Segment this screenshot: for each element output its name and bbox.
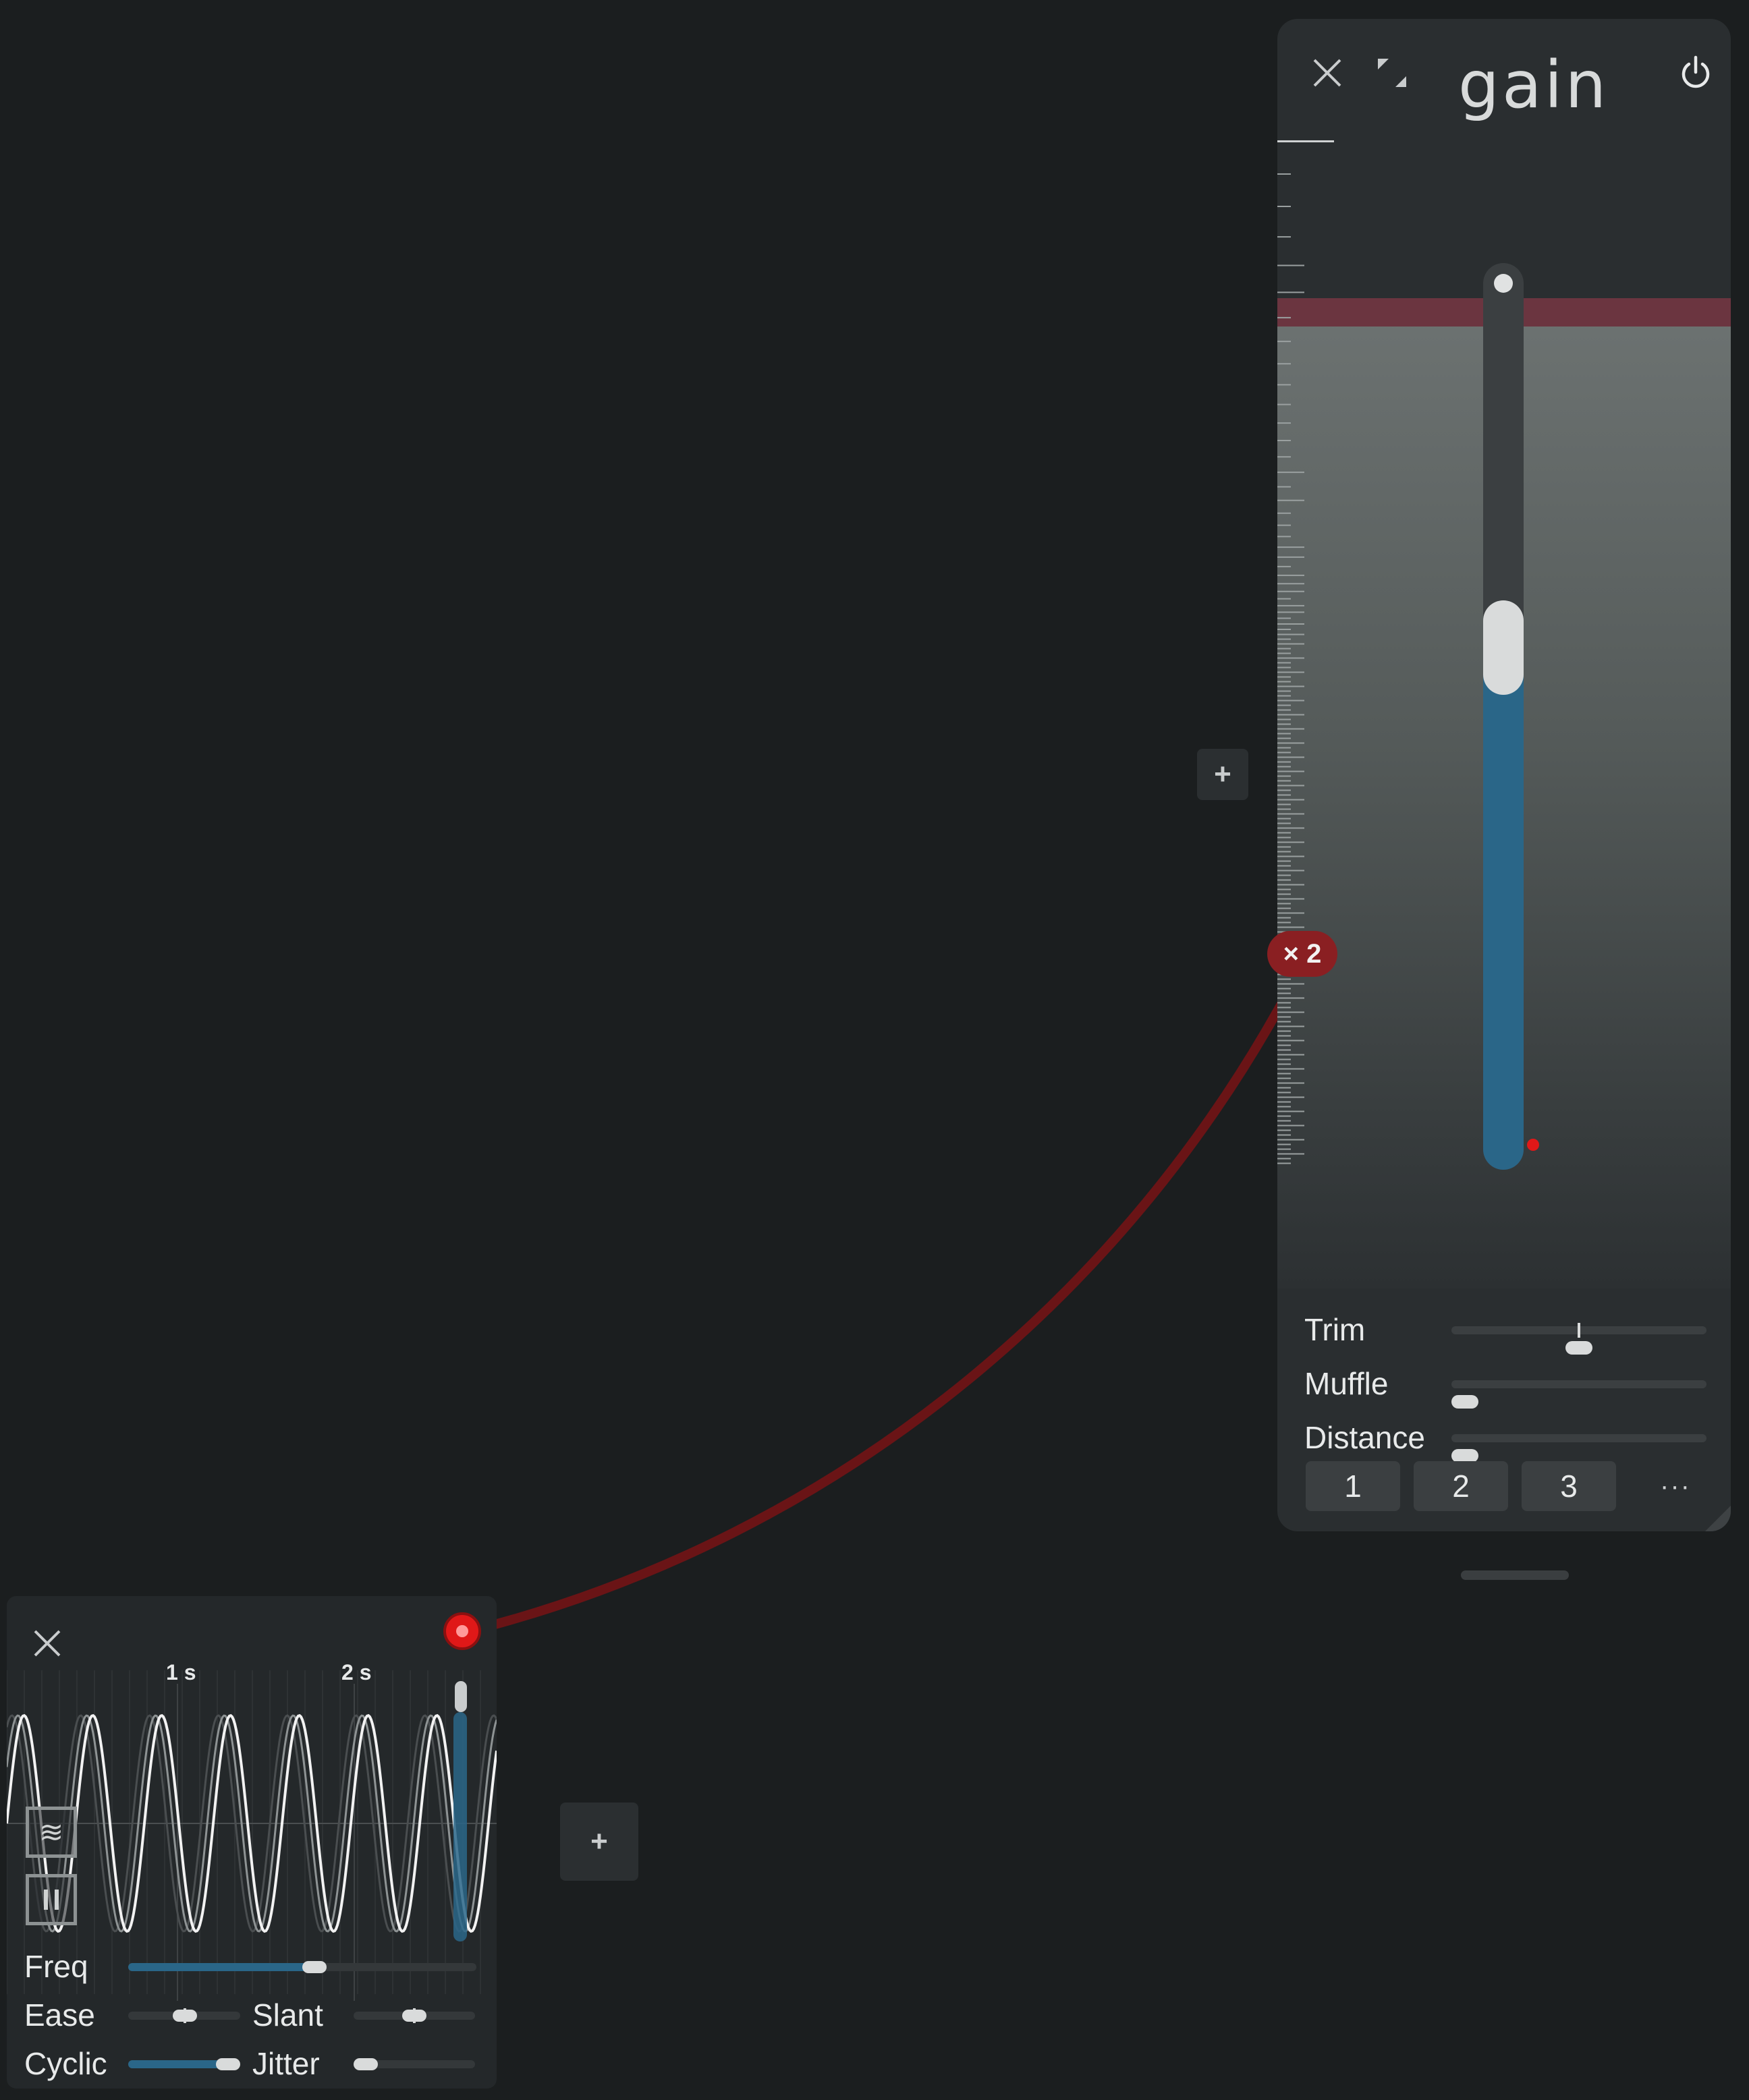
lfo-module-panel: 1 s 2 s ≋ Freq Ease Slant Cyclic Jitter xyxy=(7,1596,497,2089)
modulation-cable[interactable] xyxy=(460,940,1317,1637)
param-cyclic: Cyclic xyxy=(24,2045,254,2086)
modulation-amount-badge[interactable]: × 2 xyxy=(1267,931,1337,977)
slider-thumb[interactable] xyxy=(302,1961,327,1973)
param-slant: Slant xyxy=(252,1997,484,2037)
time-label: 2 s xyxy=(341,1660,372,1684)
cyclic-slider-fill xyxy=(128,2060,223,2068)
freq-slider-fill xyxy=(128,1963,309,1971)
close-icon[interactable] xyxy=(20,1616,74,1670)
center-mark xyxy=(413,2008,416,2023)
center-mark xyxy=(184,2008,186,2023)
resize-grip-layer xyxy=(1705,1506,1731,1531)
param-ease: Ease xyxy=(24,1997,254,2037)
gain-module-panel: gain Trim Muffle Distance 1 2 3 ··· xyxy=(1277,19,1731,1531)
param-label: Freq xyxy=(24,1949,88,1984)
add-module-button[interactable]: + xyxy=(1197,749,1248,800)
param-label: Cyclic xyxy=(24,2046,107,2081)
time-label: 1 s xyxy=(166,1660,196,1684)
param-jitter: Jitter xyxy=(252,2045,484,2086)
pause-icon[interactable] xyxy=(26,1874,77,1925)
param-label: Ease xyxy=(24,1997,95,2033)
param-freq: Freq xyxy=(24,1948,483,1989)
playhead-handle[interactable] xyxy=(455,1681,467,1712)
slider-thumb[interactable] xyxy=(354,2058,378,2070)
param-label: Slant xyxy=(252,1997,323,2033)
param-label: Jitter xyxy=(252,2046,320,2081)
add-module-button[interactable]: + xyxy=(560,1803,638,1881)
waves-icon[interactable]: ≋ xyxy=(26,1807,77,1858)
resize-grip-icon[interactable] xyxy=(1705,1506,1731,1531)
playhead-fill xyxy=(453,1712,467,1941)
module-drag-handle[interactable] xyxy=(1461,1570,1569,1580)
slider-thumb[interactable] xyxy=(216,2058,240,2070)
